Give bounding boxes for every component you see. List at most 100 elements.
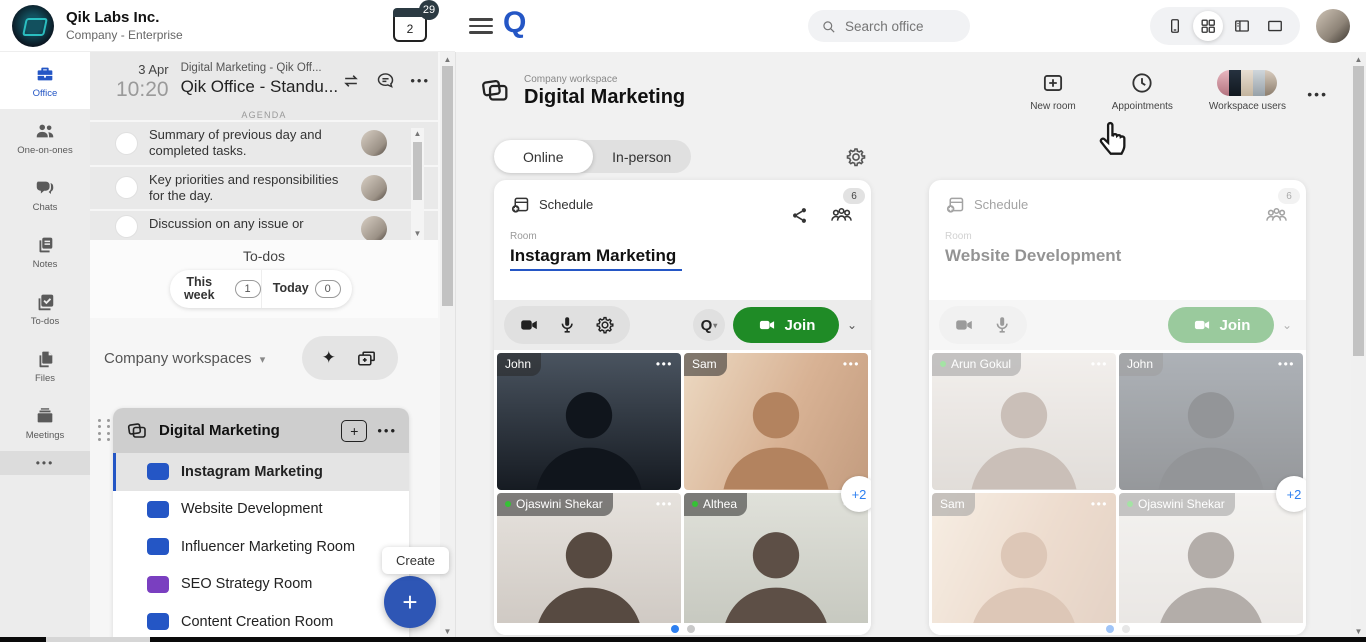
q-assistant-dropdown[interactable]: Q▾: [693, 309, 725, 341]
tile-more-button[interactable]: •••: [1091, 497, 1108, 511]
agenda-checkbox[interactable]: [116, 133, 137, 154]
sidebar-item-notes[interactable]: Notes: [0, 223, 90, 280]
hamburger-menu-icon[interactable]: [469, 14, 493, 38]
workspace-more-button[interactable]: •••: [1307, 86, 1328, 102]
room-card-instagram-marketing: Schedule 6 Room Instagram Marketing: [494, 180, 871, 635]
page-dot[interactable]: [1122, 625, 1130, 633]
tab-in-person[interactable]: In-person: [593, 140, 692, 173]
search-bar[interactable]: [808, 10, 970, 42]
video-tile-ojaswini[interactable]: Ojaswini Shekar •••: [1119, 493, 1303, 630]
company-logo[interactable]: [12, 5, 54, 47]
video-tile-arun-gokul[interactable]: Arun Gokul •••: [932, 353, 1116, 490]
participant-name: John: [1119, 353, 1163, 376]
page-dot[interactable]: [687, 625, 695, 633]
sidebar-item-one-on-ones[interactable]: One-on-ones: [0, 109, 90, 166]
room-list-item-content-creation[interactable]: Content Creation Room: [113, 603, 409, 641]
new-room-button[interactable]: New room: [1030, 70, 1076, 112]
todos-filter-this-week[interactable]: This week 1: [170, 270, 261, 308]
pointer-hand-cursor: [1092, 112, 1138, 158]
more-participants-badge[interactable]: +2: [841, 476, 871, 512]
sidebar-item-office[interactable]: Office: [0, 52, 90, 109]
join-options-chevron[interactable]: ⌄: [1282, 318, 1292, 332]
comment-icon[interactable]: [375, 70, 396, 91]
phone-view-icon[interactable]: [1160, 11, 1190, 41]
office-panel: 3 Apr 10:20 Digital Marketing - Qik Off.…: [90, 52, 455, 642]
agenda-checkbox[interactable]: [116, 216, 137, 237]
tile-more-button[interactable]: •••: [656, 497, 673, 511]
video-tile-sam[interactable]: Sam •••: [684, 353, 868, 490]
workspace-selector[interactable]: Company workspaces ▾: [104, 350, 265, 367]
participants-button[interactable]: 6: [828, 202, 855, 229]
agenda-scrollbar[interactable]: ▲▼: [411, 128, 424, 240]
room-list-item-website-development[interactable]: Website Development: [113, 491, 409, 529]
page-dot-active[interactable]: [1106, 625, 1114, 633]
tile-more-button[interactable]: •••: [656, 357, 673, 371]
qik-logo[interactable]: Q: [503, 6, 525, 40]
todos-filter-today[interactable]: Today 0: [261, 270, 353, 308]
sidebar-item-meetings[interactable]: Meetings: [0, 394, 90, 451]
user-avatar[interactable]: [1316, 9, 1350, 43]
join-button[interactable]: Join: [733, 307, 839, 343]
search-input[interactable]: [845, 19, 955, 34]
room-list-item-influencer-marketing[interactable]: Influencer Marketing Room: [113, 528, 409, 566]
join-button[interactable]: Join: [1168, 307, 1274, 343]
video-tile-john[interactable]: John •••: [497, 353, 681, 490]
todos-title: To-dos: [90, 240, 438, 264]
camera-icon: [1192, 315, 1212, 335]
sidebar-item-chats[interactable]: Chats: [0, 166, 90, 223]
mic-icon[interactable]: [991, 314, 1013, 336]
workspace-card-header: Digital Marketing + •••: [113, 408, 409, 453]
page-dot-active[interactable]: [671, 625, 679, 633]
av-settings-icon[interactable]: [594, 314, 616, 336]
camera-icon[interactable]: [953, 314, 975, 336]
create-fab-button[interactable]: +: [384, 576, 436, 628]
appointments-button[interactable]: Appointments: [1112, 70, 1173, 112]
room-name-field[interactable]: Website Development: [945, 246, 1121, 266]
meeting-more-button[interactable]: •••: [410, 73, 430, 88]
tile-more-button[interactable]: •••: [843, 357, 860, 371]
add-room-button[interactable]: +: [341, 420, 367, 442]
camera-icon[interactable]: [518, 314, 540, 336]
add-workspace-icon[interactable]: [355, 347, 378, 370]
share-icon[interactable]: [789, 205, 810, 226]
sync-icon[interactable]: [341, 71, 361, 91]
workspace-actions: New room Appointments Workspace users: [1030, 70, 1286, 112]
main-scrollbar[interactable]: ▲▼: [1351, 52, 1366, 642]
grid-view-icon[interactable]: [1193, 11, 1223, 41]
video-tile-ojaswini[interactable]: Ojaswini Shekar •••: [497, 493, 681, 630]
agenda-text: Key priorities and responsibilities for …: [149, 172, 349, 205]
mic-icon[interactable]: [556, 314, 578, 336]
sidebar-more-button[interactable]: •••: [0, 451, 90, 475]
room-list-item-seo-strategy[interactable]: SEO Strategy Room: [113, 566, 409, 604]
video-tile-john[interactable]: John •••: [1119, 353, 1303, 490]
tile-more-button[interactable]: •••: [1091, 357, 1108, 371]
room-drag-handle[interactable]: [98, 419, 112, 441]
room-name-field[interactable]: Instagram Marketing: [510, 246, 682, 271]
tab-online[interactable]: Online: [494, 140, 593, 173]
meeting-title[interactable]: Qik Office - Standu...: [181, 77, 338, 97]
workspace-users-button[interactable]: Workspace users: [1209, 70, 1286, 112]
meeting-context: Digital Marketing - Qik Off...: [181, 62, 338, 74]
person-silhouette: [1119, 512, 1303, 629]
workspace-type-label: Company workspace: [524, 74, 685, 85]
ai-sparkle-icon[interactable]: ✦: [322, 348, 336, 368]
participants-button[interactable]: 6: [1263, 202, 1290, 229]
sidebar-item-todos[interactable]: To-dos: [0, 280, 90, 337]
schedule-button[interactable]: Schedule: [945, 194, 1290, 215]
video-tile-sam[interactable]: Sam •••: [932, 493, 1116, 630]
panel-view-icon[interactable]: [1227, 11, 1257, 41]
sidebar-item-files[interactable]: Files: [0, 337, 90, 394]
room-color-swatch: [147, 613, 169, 630]
tile-more-button[interactable]: •••: [1278, 357, 1295, 371]
agenda-checkbox[interactable]: [116, 177, 137, 198]
more-participants-badge[interactable]: +2: [1276, 476, 1306, 512]
workspace-more-button[interactable]: •••: [377, 423, 397, 438]
room-name: Content Creation Room: [181, 614, 333, 630]
join-options-chevron[interactable]: ⌄: [847, 318, 857, 332]
settings-gear-icon[interactable]: [844, 145, 868, 169]
workspace-header: Company workspace Digital Marketing: [478, 74, 685, 109]
video-tile-althea[interactable]: Althea •••: [684, 493, 868, 630]
calendar-notification-badge: 29: [419, 0, 439, 20]
room-list-item-instagram-marketing[interactable]: Instagram Marketing: [113, 453, 409, 491]
full-view-icon[interactable]: [1260, 11, 1290, 41]
